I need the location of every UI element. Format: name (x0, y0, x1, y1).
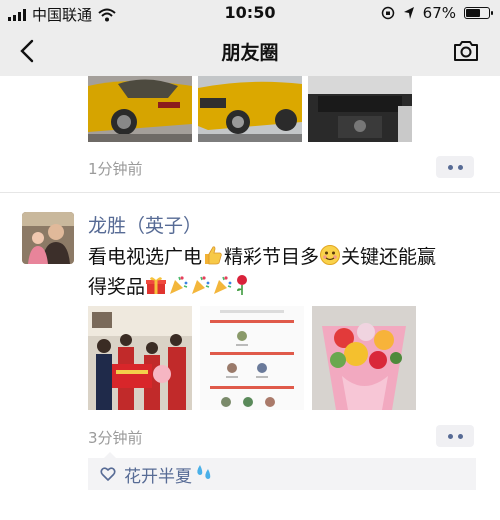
post1-image-car-interior[interactable] (308, 76, 412, 142)
page-title: 朋友圈 (221, 42, 279, 64)
post-text-4: 得奖品 (88, 276, 146, 298)
post2-time: 3分钟前 (88, 429, 143, 447)
post1-more-button[interactable] (436, 156, 474, 178)
post2-image-prize-group[interactable] (88, 306, 192, 410)
like-user-name[interactable]: 花开半夏 (124, 462, 192, 487)
party-popper-icon (167, 274, 189, 304)
status-bar: 中国联通 10:50 67% (0, 0, 500, 26)
post-content: 看电视选广电 精彩节目多 关键还能赢 得奖品 (88, 244, 488, 304)
post-author[interactable]: 龙胜（英子） (88, 211, 202, 238)
post2-image-grid (88, 306, 416, 410)
party-popper-icon (189, 274, 211, 304)
smile-icon (319, 244, 341, 274)
rose-icon (233, 274, 251, 304)
battery-percent: 67% (422, 4, 456, 22)
avatar[interactable] (22, 212, 74, 264)
orientation-lock-icon (381, 6, 394, 20)
party-popper-icon (211, 274, 233, 304)
camera-icon[interactable] (452, 39, 480, 63)
thumbs-up-icon (202, 244, 224, 274)
post1-image-row (88, 76, 412, 142)
post2-more-button[interactable] (436, 425, 474, 447)
post1-image-car-front[interactable] (198, 76, 302, 142)
post1-time: 1分钟前 (88, 160, 143, 178)
likes-bar: 花开半夏 (88, 452, 476, 490)
location-icon (403, 7, 414, 19)
post-text-1: 看电视选广电 (88, 246, 203, 268)
post-text-3: 关键还能赢 (341, 246, 437, 268)
nav-bar: 朋友圈 (0, 26, 500, 76)
gift-icon (145, 274, 167, 304)
sweat-drops-icon (194, 463, 214, 486)
post2-image-bouquet[interactable] (312, 306, 416, 410)
post2-image-winner-list[interactable] (200, 306, 304, 410)
post1-image-car-rear[interactable] (88, 76, 192, 142)
post-divider (0, 192, 500, 193)
battery-icon (464, 7, 493, 19)
heart-outline-icon (100, 467, 116, 481)
post-text-2: 精彩节目多 (224, 246, 320, 268)
